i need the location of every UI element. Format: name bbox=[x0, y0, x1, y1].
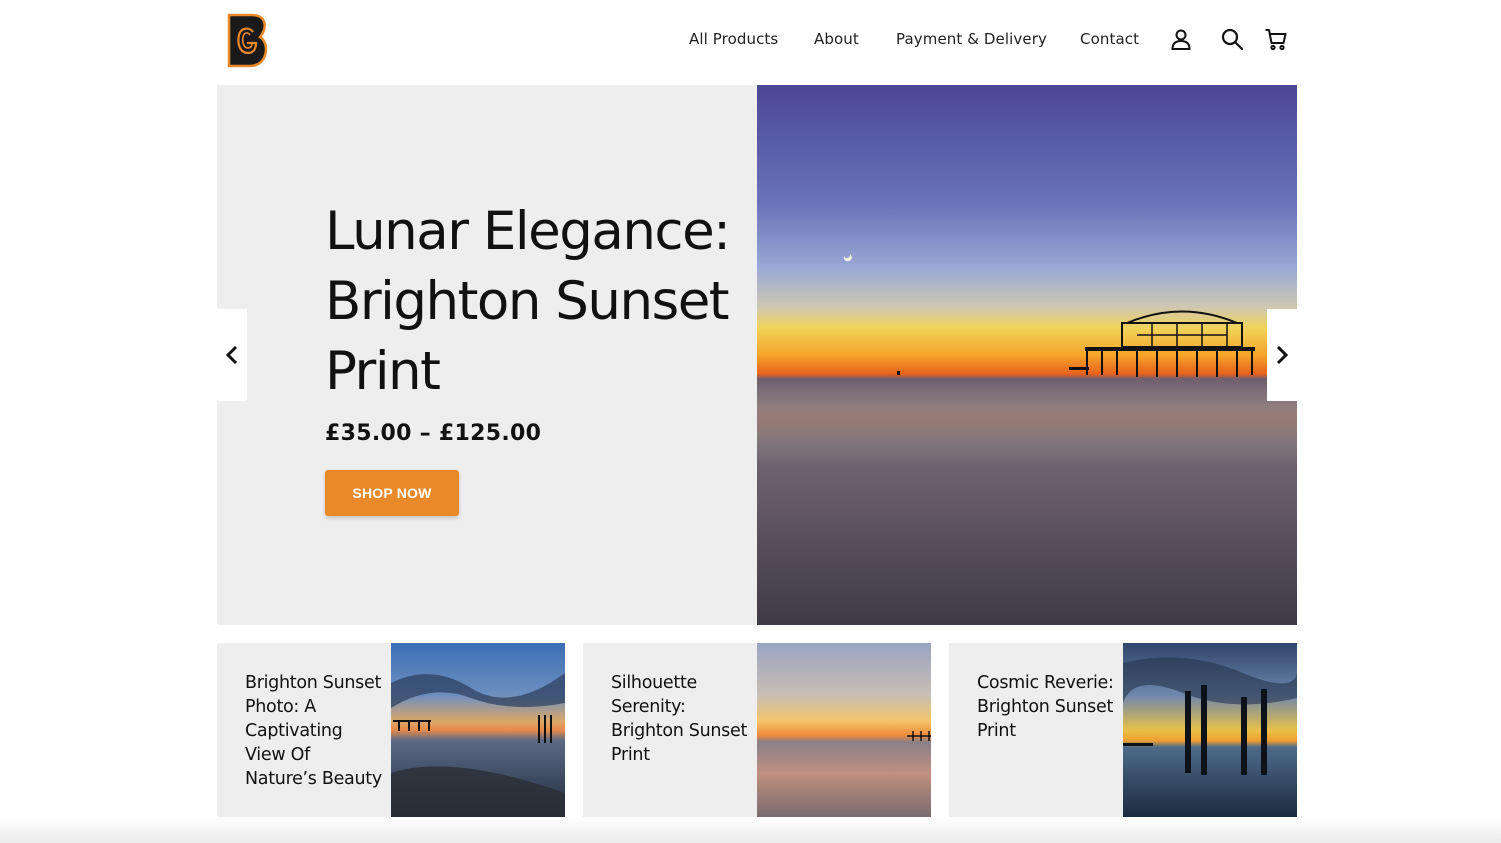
search-icon[interactable] bbox=[1220, 27, 1244, 51]
nav-payment-delivery[interactable]: Payment & Delivery bbox=[896, 30, 1047, 48]
product-card-image[interactable] bbox=[1123, 643, 1297, 817]
product-card[interactable]: Cosmic Reverie: Brighton Sunset Print bbox=[949, 643, 1297, 817]
carousel-prev-button[interactable] bbox=[217, 309, 247, 401]
carousel-next-button[interactable] bbox=[1267, 309, 1297, 401]
cart-icon[interactable] bbox=[1264, 27, 1288, 51]
hero-title: Lunar Elegance: Brighton Sunset Print bbox=[325, 201, 731, 402]
nav-about[interactable]: About bbox=[814, 30, 859, 48]
hero-slide: Lunar Elegance: Brighton Sunset Print £3… bbox=[217, 85, 1297, 625]
logo-icon bbox=[227, 13, 268, 68]
product-card-image[interactable] bbox=[757, 643, 931, 817]
product-card-title: Silhouette Serenity: Brighton Sunset Pri… bbox=[611, 673, 748, 765]
chevron-right-icon bbox=[1276, 345, 1289, 365]
nav-contact[interactable]: Contact bbox=[1080, 30, 1139, 48]
product-card-title: Brighton Sunset Photo: A Captivating Vie… bbox=[245, 673, 382, 789]
nav-all-products[interactable]: All Products bbox=[689, 30, 778, 48]
hero-image[interactable] bbox=[757, 85, 1297, 625]
page-bottom-edge bbox=[0, 817, 1501, 843]
product-card[interactable]: Brighton Sunset Photo: A Captivating Vie… bbox=[217, 643, 565, 817]
user-icon[interactable] bbox=[1169, 27, 1193, 51]
hero-text-block: Lunar Elegance: Brighton Sunset Print £3… bbox=[325, 197, 765, 516]
brand-logo[interactable] bbox=[226, 13, 270, 68]
hero-price: £35.00 – £125.00 bbox=[325, 421, 542, 446]
product-card-image[interactable] bbox=[391, 643, 565, 817]
product-card[interactable]: Silhouette Serenity: Brighton Sunset Pri… bbox=[583, 643, 931, 817]
product-card-title: Cosmic Reverie: Brighton Sunset Print bbox=[977, 673, 1114, 741]
site-header: All Products About Payment & Delivery Co… bbox=[0, 0, 1501, 85]
product-cards: Brighton Sunset Photo: A Captivating Vie… bbox=[217, 643, 1297, 817]
chevron-left-icon bbox=[225, 345, 238, 365]
shop-now-button[interactable]: SHOP NOW bbox=[325, 470, 459, 516]
